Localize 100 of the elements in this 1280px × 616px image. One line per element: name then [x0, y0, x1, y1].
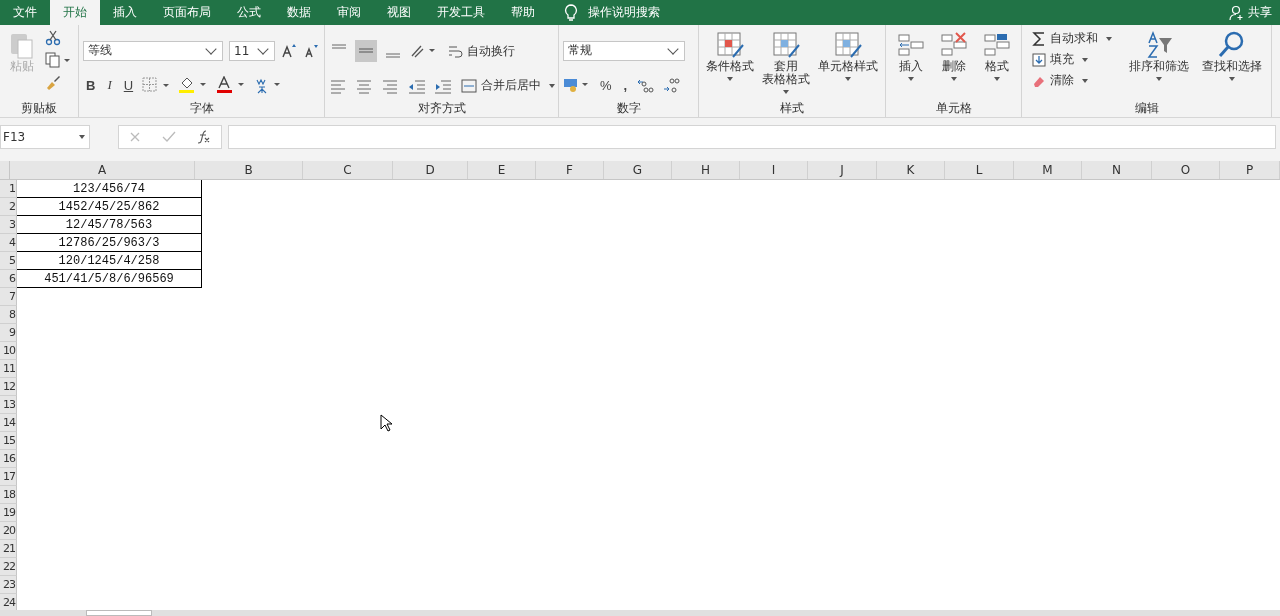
name-box[interactable]: F13 — [0, 125, 90, 149]
ribbon-tab[interactable]: 视图 — [374, 0, 424, 25]
row-header[interactable]: 18 — [0, 486, 17, 504]
row-header[interactable]: 4 — [0, 234, 17, 252]
table-cell: 120/1245/4/258 — [17, 252, 202, 270]
column-header[interactable]: I — [740, 161, 808, 179]
brush-icon[interactable] — [45, 74, 61, 90]
editing-button[interactable]: 填充 — [1030, 51, 1119, 68]
row-header[interactable]: 2 — [0, 198, 17, 216]
comma-button[interactable]: , — [620, 77, 631, 93]
column-header[interactable]: D — [393, 161, 468, 179]
font-name-dropdown[interactable]: 等线 — [83, 40, 223, 61]
ribbon-tab[interactable]: 插入 — [100, 0, 150, 25]
column-header[interactable]: C — [303, 161, 393, 179]
ribbon-tab[interactable]: 数据 — [274, 0, 324, 25]
bold-button[interactable]: B — [83, 77, 99, 93]
table-brush-icon — [715, 30, 745, 60]
row-header[interactable]: 8 — [0, 306, 17, 324]
decrease-font-icon[interactable] — [303, 42, 319, 59]
underline-button[interactable]: U — [120, 77, 137, 93]
row-header[interactable]: 21 — [0, 540, 17, 558]
ribbon-tab[interactable]: 开始 — [50, 0, 100, 25]
currency-icon[interactable] — [563, 76, 591, 95]
number-format-dropdown[interactable]: 常规 — [563, 40, 685, 61]
check-icon[interactable] — [162, 131, 176, 143]
column-header[interactable]: K — [877, 161, 945, 179]
row-header[interactable]: 24 — [0, 594, 17, 610]
row-header[interactable]: 6 — [0, 270, 17, 288]
row-header[interactable]: 14 — [0, 414, 17, 432]
ribbon-tab[interactable]: 文件 — [0, 0, 50, 25]
ribbon-tab[interactable]: 开发工具 — [424, 0, 498, 25]
decrease-decimal-icon[interactable] — [662, 76, 683, 95]
ribbon-tab[interactable]: 公式 — [224, 0, 274, 25]
editing-button[interactable]: 清除 — [1030, 72, 1119, 89]
column-header[interactable]: H — [672, 161, 740, 179]
cells-button[interactable]: 删除 — [937, 28, 970, 87]
column-header[interactable]: A — [10, 161, 195, 179]
styles-button[interactable]: 单元格样式 — [817, 28, 879, 87]
group-label: 样式 — [780, 100, 804, 117]
row-header[interactable]: 16 — [0, 450, 17, 468]
mouse-pointer-icon — [380, 414, 392, 432]
row-header[interactable]: 13 — [0, 396, 17, 414]
share-button[interactable]: 共享 — [1245, 4, 1272, 21]
table-brush-icon — [771, 30, 801, 60]
row-header[interactable]: 3 — [0, 216, 17, 234]
scissors-icon[interactable] — [45, 30, 61, 46]
lightbulb-icon — [564, 3, 578, 22]
row-header[interactable]: 12 — [0, 378, 17, 396]
row-header[interactable]: 9 — [0, 324, 17, 342]
tell-me-search[interactable]: 操作说明搜索 — [588, 4, 660, 21]
row-header[interactable]: 23 — [0, 576, 17, 594]
styles-button[interactable]: 套用 表格格式 — [761, 28, 811, 100]
column-header[interactable]: J — [808, 161, 877, 179]
row-header[interactable]: 15 — [0, 432, 17, 450]
column-header[interactable]: L — [945, 161, 1014, 179]
cancel-icon[interactable] — [129, 131, 142, 143]
align-middle-icon[interactable] — [355, 40, 377, 63]
copy-icon[interactable] — [45, 52, 71, 68]
editing-button[interactable]: 查找和选择 — [1200, 28, 1263, 87]
row-header[interactable]: 5 — [0, 252, 17, 270]
group-label: 剪贴板 — [21, 99, 57, 117]
editing-button[interactable]: 排序和筛选 — [1128, 28, 1191, 87]
wrap-text-button[interactable]: 自动换行 — [445, 42, 517, 60]
cells-button[interactable]: 插入 — [894, 28, 927, 87]
ribbon-tab[interactable]: 页面布局 — [150, 0, 224, 25]
row-header[interactable]: 1 — [0, 180, 17, 198]
row-header[interactable]: 11 — [0, 360, 17, 378]
font-size-dropdown[interactable]: 11 — [229, 40, 275, 61]
column-header[interactable]: B — [195, 161, 303, 179]
ribbon-tab[interactable]: 审阅 — [324, 0, 374, 25]
row-header[interactable]: 10 — [0, 342, 17, 360]
group-label: 字体 — [189, 99, 214, 117]
table-cell: 12/45/78/563 — [17, 216, 202, 234]
editing-button[interactable]: 自动求和 — [1030, 30, 1119, 47]
row-header[interactable]: 17 — [0, 468, 17, 486]
increase-font-icon[interactable] — [281, 42, 297, 59]
merge-cells-icon — [461, 77, 477, 94]
column-header[interactable]: P — [1220, 161, 1280, 179]
cells-button[interactable]: 格式 — [980, 28, 1013, 87]
row-header[interactable]: 20 — [0, 522, 17, 540]
row-header[interactable]: 19 — [0, 504, 17, 522]
column-header[interactable]: E — [468, 161, 536, 179]
column-header[interactable]: G — [604, 161, 672, 179]
wrap-text-icon — [447, 43, 463, 60]
formula-input[interactable] — [228, 125, 1276, 149]
column-header[interactable]: M — [1014, 161, 1082, 179]
percent-button[interactable]: % — [597, 77, 615, 93]
styles-button[interactable]: 条件格式 — [705, 28, 755, 87]
italic-button[interactable]: I — [104, 77, 115, 94]
table-cell: 12786/25/963/3 — [17, 234, 202, 252]
sheet-tab[interactable] — [86, 610, 152, 616]
insert-function-icon[interactable] — [196, 130, 211, 144]
row-header[interactable]: 7 — [0, 288, 17, 306]
row-header[interactable]: 22 — [0, 558, 17, 576]
group-label: 数字 — [616, 99, 641, 117]
column-header[interactable]: F — [536, 161, 604, 179]
ribbon-tab[interactable]: 帮助 — [498, 0, 548, 25]
column-header[interactable]: O — [1152, 161, 1220, 179]
column-header[interactable]: N — [1082, 161, 1152, 179]
merge-center-button[interactable]: 合并后居中 — [459, 77, 561, 95]
